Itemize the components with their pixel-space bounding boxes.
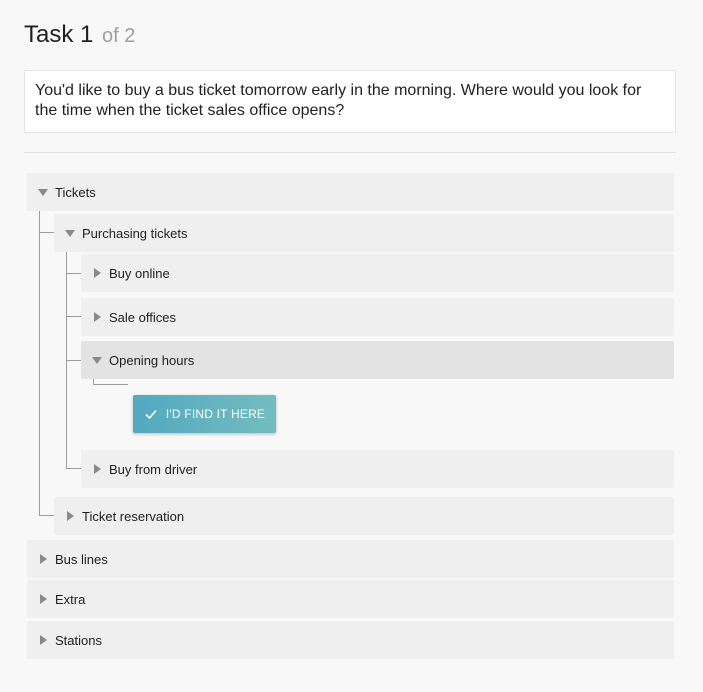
tree-node-opening-hours[interactable]: Opening hours — [81, 341, 674, 379]
tree-node-label: Purchasing tickets — [82, 225, 188, 241]
task-title: Task 1 — [24, 21, 94, 48]
find-it-here-button[interactable]: I'D FIND IT HERE — [133, 395, 276, 433]
tree-line — [39, 515, 54, 516]
tree-node-label: Opening hours — [109, 352, 195, 368]
triangle-down-icon — [90, 356, 104, 364]
tree-node-label: Extra — [55, 591, 86, 607]
triangle-right-icon — [36, 594, 50, 604]
tree-node-bus-lines[interactable]: Bus lines — [27, 540, 674, 578]
tree-line — [39, 232, 54, 233]
tree-line — [66, 273, 81, 274]
triangle-right-icon — [36, 635, 50, 645]
tree-node-label: Sale offices — [109, 309, 176, 325]
tree-line — [66, 316, 81, 317]
tree-node-extra[interactable]: Extra — [27, 580, 674, 618]
tree-node-buy-online[interactable]: Buy online — [81, 254, 674, 292]
tree-node-label: Tickets — [55, 184, 96, 200]
find-it-here-label: I'D FIND IT HERE — [165, 407, 266, 421]
task-counter: of 2 — [102, 25, 136, 47]
triangle-down-icon — [36, 188, 50, 196]
tree-node-stations[interactable]: Stations — [27, 621, 674, 659]
tree-node-label: Ticket reservation — [82, 508, 185, 524]
tree-node-buy-from-driver[interactable]: Buy from driver — [81, 450, 674, 488]
divider — [24, 152, 676, 153]
check-icon — [145, 409, 157, 420]
triangle-right-icon — [90, 464, 104, 474]
tree-line — [66, 360, 81, 361]
triangle-right-icon — [90, 312, 104, 322]
tree-line — [39, 211, 40, 515]
tree-node-label: Bus lines — [55, 551, 108, 567]
tree-node-tickets[interactable]: Tickets — [27, 173, 674, 211]
page-title: Task 1 of 2 — [24, 20, 135, 51]
triangle-right-icon — [90, 268, 104, 278]
tree-node-purchasing-tickets[interactable]: Purchasing tickets — [54, 214, 674, 252]
triangle-right-icon — [63, 511, 77, 521]
triangle-down-icon — [63, 229, 77, 237]
triangle-right-icon — [36, 554, 50, 564]
tree-line — [66, 468, 81, 469]
tree-line — [93, 384, 128, 385]
tree-node-sale-offices[interactable]: Sale offices — [81, 298, 674, 336]
tree-node-label: Buy from driver — [109, 461, 198, 477]
task-prompt: You'd like to buy a bus ticket tomorrow … — [24, 70, 676, 133]
tree-node-label: Stations — [55, 632, 102, 648]
tree-node-ticket-reservation[interactable]: Ticket reservation — [54, 497, 674, 535]
tree-node-label: Buy online — [109, 265, 170, 281]
